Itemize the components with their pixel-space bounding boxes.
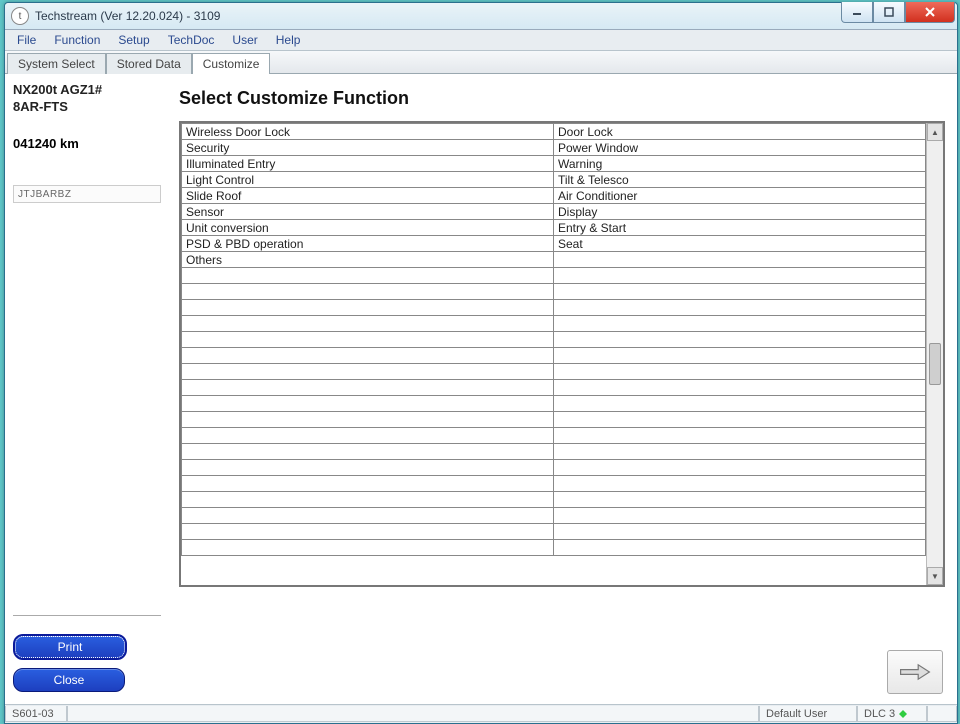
- grid-cell[interactable]: PSD & PBD operation: [182, 236, 554, 252]
- window-title: Techstream (Ver 12.20.024) - 3109: [35, 9, 220, 23]
- table-row[interactable]: Illuminated EntryWarning: [182, 156, 926, 172]
- table-row-empty: [182, 316, 926, 332]
- table-row[interactable]: Light ControlTilt & Telesco: [182, 172, 926, 188]
- menu-help[interactable]: Help: [268, 31, 309, 49]
- table-row-empty: [182, 268, 926, 284]
- connection-dot-icon: [899, 710, 907, 718]
- grid-cell[interactable]: Illuminated Entry: [182, 156, 554, 172]
- table-row-empty: [182, 492, 926, 508]
- status-dlc: DLC 3: [857, 706, 927, 722]
- vehicle-model: NX200t AGZ1#: [13, 82, 161, 97]
- next-button[interactable]: [887, 650, 943, 694]
- customize-grid-container: Wireless Door LockDoor LockSecurityPower…: [179, 121, 945, 587]
- table-row-empty: [182, 428, 926, 444]
- table-row[interactable]: Slide RoofAir Conditioner: [182, 188, 926, 204]
- scroll-up-arrow-icon[interactable]: ▲: [927, 123, 943, 141]
- tab-stored-data[interactable]: Stored Data: [106, 53, 192, 74]
- menu-function[interactable]: Function: [46, 31, 108, 49]
- menubar: File Function Setup TechDoc User Help: [5, 30, 957, 51]
- menu-techdoc[interactable]: TechDoc: [160, 31, 223, 49]
- table-row-empty: [182, 364, 926, 380]
- vehicle-engine: 8AR-FTS: [13, 99, 161, 114]
- status-code: S601-03: [5, 706, 67, 722]
- table-row-empty: [182, 540, 926, 556]
- minimize-button[interactable]: [841, 2, 873, 23]
- page-title: Select Customize Function: [179, 88, 945, 109]
- table-row[interactable]: SecurityPower Window: [182, 140, 926, 156]
- grid-cell[interactable]: Tilt & Telesco: [554, 172, 926, 188]
- table-row[interactable]: SensorDisplay: [182, 204, 926, 220]
- table-row-empty: [182, 412, 926, 428]
- grid-cell[interactable]: Warning: [554, 156, 926, 172]
- grid-cell[interactable]: Light Control: [182, 172, 554, 188]
- vehicle-odometer: 041240 km: [13, 136, 161, 151]
- table-row-empty: [182, 396, 926, 412]
- grid-cell[interactable]: Slide Roof: [182, 188, 554, 204]
- statusbar: S601-03 Default User DLC 3: [5, 704, 957, 723]
- table-row[interactable]: Wireless Door LockDoor Lock: [182, 124, 926, 140]
- table-row[interactable]: Unit conversionEntry & Start: [182, 220, 926, 236]
- maximize-button[interactable]: [873, 2, 905, 23]
- grid-cell[interactable]: Air Conditioner: [554, 188, 926, 204]
- grid-cell[interactable]: Sensor: [182, 204, 554, 220]
- tabstrip: System Select Stored Data Customize: [5, 51, 957, 74]
- grid-cell[interactable]: Display: [554, 204, 926, 220]
- close-window-button[interactable]: [905, 2, 955, 23]
- grid-cell[interactable]: Seat: [554, 236, 926, 252]
- table-row-empty: [182, 508, 926, 524]
- scroll-down-arrow-icon[interactable]: ▼: [927, 567, 943, 585]
- scrollbar-thumb[interactable]: [929, 343, 941, 385]
- grid-cell[interactable]: Security: [182, 140, 554, 156]
- tab-customize[interactable]: Customize: [192, 53, 271, 74]
- content-area: NX200t AGZ1# 8AR-FTS 041240 km JTJBARBZ …: [5, 74, 957, 704]
- sidebar: NX200t AGZ1# 8AR-FTS 041240 km JTJBARBZ …: [5, 74, 169, 704]
- arrow-right-icon: [899, 662, 931, 682]
- grid-cell[interactable]: Entry & Start: [554, 220, 926, 236]
- app-icon: t: [11, 7, 29, 25]
- table-row-empty: [182, 460, 926, 476]
- menu-file[interactable]: File: [9, 31, 44, 49]
- table-row[interactable]: PSD & PBD operationSeat: [182, 236, 926, 252]
- table-row[interactable]: Others: [182, 252, 926, 268]
- tab-system-select[interactable]: System Select: [7, 53, 106, 74]
- grid-cell[interactable]: [554, 252, 926, 268]
- grid-cell[interactable]: Others: [182, 252, 554, 268]
- table-row-empty: [182, 476, 926, 492]
- titlebar: t Techstream (Ver 12.20.024) - 3109: [5, 3, 957, 30]
- print-button[interactable]: Print: [13, 634, 127, 660]
- close-button[interactable]: Close: [13, 668, 125, 692]
- status-end: [927, 706, 957, 722]
- sidebar-divider: [13, 615, 161, 616]
- table-row-empty: [182, 300, 926, 316]
- main-panel: Select Customize Function Wireless Door …: [169, 74, 957, 704]
- grid-cell[interactable]: Power Window: [554, 140, 926, 156]
- menu-user[interactable]: User: [224, 31, 265, 49]
- grid-scrollbar[interactable]: ▲ ▼: [926, 123, 943, 585]
- window-controls: [841, 2, 955, 23]
- table-row-empty: [182, 332, 926, 348]
- application-window: t Techstream (Ver 12.20.024) - 3109 File…: [4, 2, 958, 724]
- table-row-empty: [182, 444, 926, 460]
- vehicle-vin: JTJBARBZ: [13, 185, 161, 203]
- menu-setup[interactable]: Setup: [110, 31, 157, 49]
- status-user: Default User: [759, 706, 857, 722]
- table-row-empty: [182, 524, 926, 540]
- customize-grid[interactable]: Wireless Door LockDoor LockSecurityPower…: [181, 123, 926, 556]
- grid-cell[interactable]: Unit conversion: [182, 220, 554, 236]
- grid-cell[interactable]: Door Lock: [554, 124, 926, 140]
- table-row-empty: [182, 380, 926, 396]
- table-row-empty: [182, 348, 926, 364]
- grid-cell[interactable]: Wireless Door Lock: [182, 124, 554, 140]
- table-row-empty: [182, 284, 926, 300]
- status-spacer: [67, 706, 759, 722]
